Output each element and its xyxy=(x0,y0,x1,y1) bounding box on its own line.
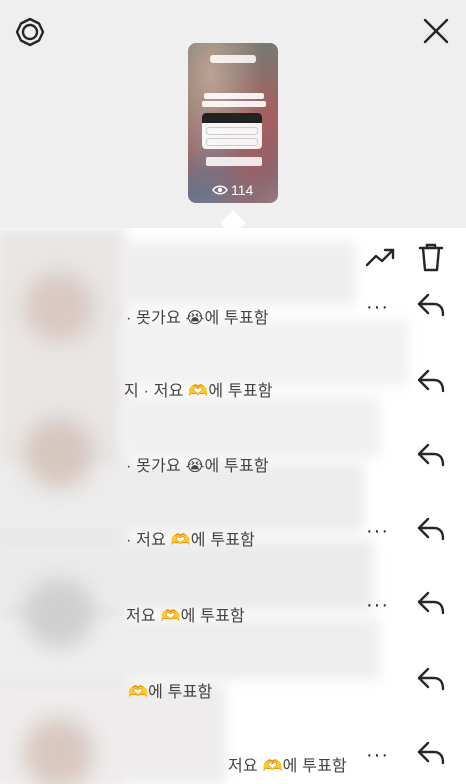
vote-text: 저요 🫶에 투표함 xyxy=(228,758,347,775)
story-poll-sticker xyxy=(202,113,262,149)
more-options-button[interactable]: ··· xyxy=(366,594,389,617)
story-sticker xyxy=(210,55,256,63)
reply-icon xyxy=(417,517,445,541)
more-options-button[interactable]: ··· xyxy=(366,520,389,543)
viewer-row: 저요 🫶에 투표함 ··· xyxy=(0,586,466,658)
trending-up-icon xyxy=(365,248,395,267)
settings-button[interactable] xyxy=(12,14,48,50)
reply-icon xyxy=(417,443,445,467)
view-count: 114 xyxy=(212,182,253,198)
viewer-row: 🫶에 투표함 xyxy=(0,662,466,734)
poll-option xyxy=(206,127,258,135)
vote-text: 🫶에 투표함 xyxy=(128,684,213,701)
more-options-button[interactable]: ··· xyxy=(366,296,389,319)
reply-button[interactable] xyxy=(414,288,448,322)
view-count-value: 114 xyxy=(231,182,254,198)
viewer-row: · 못가요 😭에 투표함 ··· xyxy=(0,288,466,360)
viewer-list: · 못가요 😭에 투표함 ··· 지 · 저요 🫶에 투표함 · 못가요 😭에 … xyxy=(0,228,466,784)
viewer-row: 저요 🫶에 투표함 ··· xyxy=(0,736,466,784)
close-button[interactable] xyxy=(418,13,454,49)
reply-button[interactable] xyxy=(414,512,448,546)
reply-icon xyxy=(417,591,445,615)
reply-button[interactable] xyxy=(414,364,448,398)
story-header: 114 xyxy=(0,0,466,228)
more-options-button[interactable]: ··· xyxy=(366,744,389,767)
poll-question xyxy=(202,113,262,123)
vote-text: 지 · 저요 🫶에 투표함 xyxy=(124,383,273,400)
close-icon xyxy=(423,18,449,44)
reply-icon xyxy=(417,741,445,765)
viewer-row: · 못가요 😭에 투표함 xyxy=(0,436,466,508)
poll-option xyxy=(206,138,258,146)
vote-text: · 못가요 😭에 투표함 xyxy=(126,458,269,475)
vote-text: · 못가요 😭에 투표함 xyxy=(126,310,269,327)
vote-text: 저요 🫶에 투표함 xyxy=(126,608,245,625)
viewer-row: 지 · 저요 🫶에 투표함 xyxy=(0,361,466,433)
gear-icon xyxy=(15,17,45,47)
story-thumbnail[interactable]: 114 xyxy=(188,43,278,203)
viewer-row: · 저요 🫶에 투표함 ··· xyxy=(0,512,466,584)
reply-button[interactable] xyxy=(414,736,448,770)
trash-icon xyxy=(418,243,444,272)
delete-button[interactable] xyxy=(414,240,448,274)
reply-icon xyxy=(417,369,445,393)
vote-text: · 저요 🫶에 투표함 xyxy=(126,532,256,549)
reply-button[interactable] xyxy=(414,438,448,472)
story-text-line xyxy=(206,157,262,166)
insights-button[interactable] xyxy=(364,240,398,274)
reply-icon xyxy=(417,293,445,317)
story-text-line xyxy=(204,93,264,99)
reply-icon xyxy=(417,667,445,691)
reply-button[interactable] xyxy=(414,586,448,620)
eye-icon xyxy=(212,185,228,195)
story-text-line xyxy=(202,101,266,107)
reply-button[interactable] xyxy=(414,662,448,696)
